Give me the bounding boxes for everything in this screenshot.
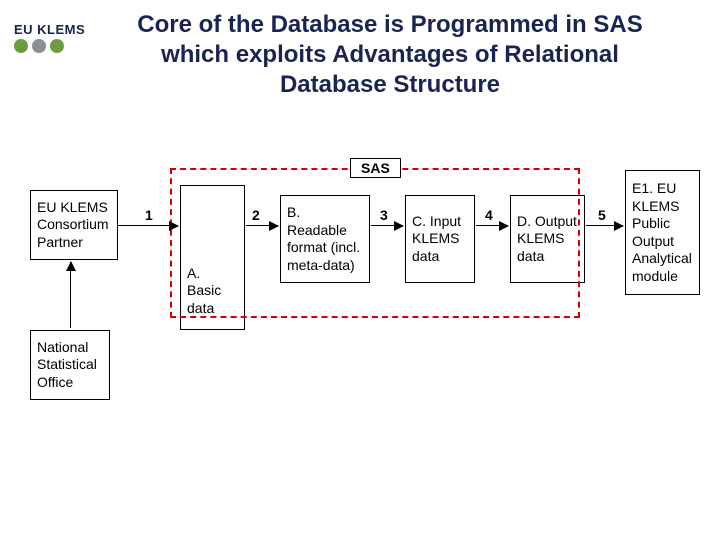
flow-diagram: SAS EU KLEMS Consortium Partner National… xyxy=(30,150,700,430)
arrow-icon xyxy=(371,225,403,226)
arrow-up-icon xyxy=(70,262,71,328)
arrow-icon xyxy=(118,225,178,226)
box-eu-partner: EU KLEMS Consortium Partner xyxy=(30,190,118,260)
arrow-label-1: 1 xyxy=(145,207,153,223)
arrow-label-4: 4 xyxy=(485,207,493,223)
arrow-icon xyxy=(246,225,278,226)
arrow-label-2: 2 xyxy=(252,207,260,223)
slide: EU KLEMS Core of the Database is Program… xyxy=(0,0,720,540)
logo-dots xyxy=(14,39,85,53)
dot-icon xyxy=(32,39,46,53)
logo: EU KLEMS xyxy=(14,22,85,53)
dot-icon xyxy=(14,39,28,53)
sas-label: SAS xyxy=(350,158,401,178)
arrow-icon xyxy=(476,225,508,226)
arrow-label-5: 5 xyxy=(598,207,606,223)
box-e-public: E1. EU KLEMS Public Output Analytical mo… xyxy=(625,170,700,295)
logo-text: EU KLEMS xyxy=(14,22,85,37)
page-title: Core of the Database is Programmed in SA… xyxy=(120,10,660,100)
dot-icon xyxy=(50,39,64,53)
arrow-label-3: 3 xyxy=(380,207,388,223)
box-nso: National Statistical Office xyxy=(30,330,110,400)
arrow-icon xyxy=(586,225,623,226)
sas-container xyxy=(170,168,580,318)
